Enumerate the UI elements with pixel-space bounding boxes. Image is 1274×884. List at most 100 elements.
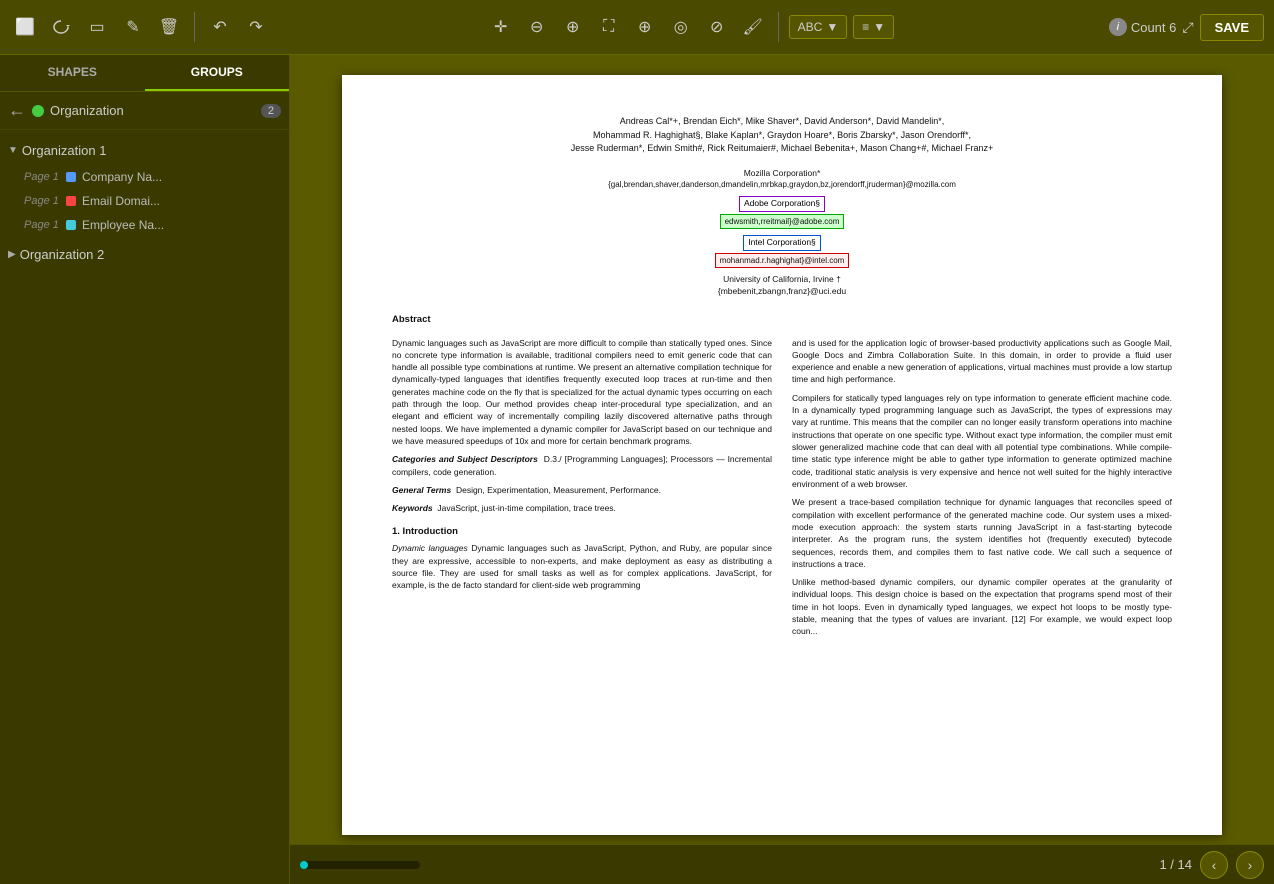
abc-label: ABC bbox=[798, 20, 823, 34]
document-scroll[interactable]: Andreas Cal*+, Brendan Eich*, Mike Shave… bbox=[290, 55, 1274, 844]
right-col-para2: Compilers for statically typed languages… bbox=[792, 392, 1172, 491]
dynamic-languages-italic: Dynamic languages bbox=[392, 543, 468, 553]
brush-icon[interactable]: 🖌 bbox=[738, 12, 768, 42]
affil-adobe-box: Adobe Corporation§ bbox=[739, 196, 825, 212]
company-name-label: Company Na... bbox=[82, 170, 281, 184]
org-label: Organization bbox=[50, 103, 255, 118]
count-label: Count 6 bbox=[1131, 20, 1177, 35]
affil-adobe-label: Adobe Corporation§ bbox=[744, 198, 820, 208]
affil-intel-section: Intel Corporation§ mohanmad.r.haghighat}… bbox=[392, 233, 1172, 268]
right-col-para4: Unlike method-based dynamic compilers, o… bbox=[792, 576, 1172, 638]
chevron-down-icon2: ▼ bbox=[873, 20, 885, 34]
org1-label: Organization 1 bbox=[22, 143, 259, 158]
menu-icon: ≡ bbox=[862, 20, 869, 34]
page-label-employee: Page 1 bbox=[24, 219, 60, 231]
org2-label: Organization 2 bbox=[20, 247, 281, 262]
separator-2 bbox=[778, 12, 779, 42]
zoom-in-icon[interactable]: ⊕ bbox=[558, 12, 588, 42]
page-label-email: Page 1 bbox=[24, 195, 60, 207]
right-column: and is used for the application logic of… bbox=[792, 337, 1172, 644]
org-count: 2 bbox=[261, 104, 281, 118]
affil-mozilla: Mozilla Corporation* {gal,brendan,shaver… bbox=[392, 168, 1172, 192]
abstract-section: Abstract Dynamic languages such as JavaS… bbox=[392, 313, 1172, 643]
tree-group-org2-header[interactable]: ▶ Organization 2 bbox=[0, 241, 289, 268]
tree-group-org2: ▶ Organization 2 bbox=[0, 239, 289, 270]
document-area: Andreas Cal*+, Brendan Eich*, Mike Shave… bbox=[290, 55, 1274, 884]
redo-icon[interactable]: ↷ bbox=[241, 12, 271, 42]
general-terms-title: General Terms bbox=[392, 485, 451, 495]
page-info: 1 / 14 ‹ › bbox=[1159, 851, 1264, 879]
left-column: Dynamic languages such as JavaScript are… bbox=[392, 337, 772, 644]
sidebar-tabs: SHAPES GROUPS bbox=[0, 55, 289, 92]
affil-intel-email: mohanmad.r.haghighat}@intel.com bbox=[715, 253, 850, 268]
keywords-text: Keywords JavaScript, just-in-time compil… bbox=[392, 502, 772, 514]
menu-dropdown[interactable]: ≡ ▼ bbox=[853, 15, 894, 39]
right-col-para3: We present a trace-based compilation tec… bbox=[792, 496, 1172, 570]
save-button[interactable]: SAVE bbox=[1200, 14, 1264, 41]
color-dot-cyan-icon bbox=[66, 220, 76, 230]
org1-items: Page 1 Company Na... Page 1 Email Domai.… bbox=[0, 165, 289, 237]
color-dot-blue-icon bbox=[66, 172, 76, 182]
affil-uci: University of California, Irvine † {mbeb… bbox=[392, 274, 1172, 298]
selection-tool-icon[interactable]: ⬜ bbox=[10, 12, 40, 42]
general-terms-text: General Terms Design, Experimentation, M… bbox=[392, 484, 772, 496]
crop-tool-icon[interactable]: ▭ bbox=[82, 12, 112, 42]
chevron-expanded-icon: ▼ bbox=[8, 145, 18, 156]
authors-line3: Jesse Ruderman*, Edwin Smith#, Rick Reit… bbox=[392, 142, 1172, 156]
count-badge: i Count 6 bbox=[1109, 18, 1177, 36]
list-item-company-name[interactable]: Page 1 Company Na... bbox=[16, 165, 289, 189]
authors-line1: Andreas Cal*+, Brendan Eich*, Mike Shave… bbox=[392, 115, 1172, 129]
tree-group-org1-header[interactable]: ▼ Organization 1 🗑 bbox=[0, 136, 289, 165]
target-icon[interactable]: ◎ bbox=[666, 12, 696, 42]
doc-columns: Dynamic languages such as JavaScript are… bbox=[392, 337, 1172, 644]
abc-dropdown[interactable]: ABC ▼ bbox=[789, 15, 848, 39]
delete-tool-icon[interactable]: 🗑 bbox=[154, 12, 184, 42]
progress-bar-container bbox=[300, 861, 420, 869]
list-item-email-domain[interactable]: Page 1 Email Domai... bbox=[16, 189, 289, 213]
affil-uci-label: University of California, Irvine † bbox=[723, 274, 841, 284]
abstract-title: Abstract bbox=[392, 313, 1172, 326]
zoom-out-icon[interactable]: ⊖ bbox=[522, 12, 552, 42]
expand-icon[interactable]: ⤢ bbox=[1182, 19, 1193, 36]
lasso-tool-icon[interactable] bbox=[46, 12, 76, 42]
page-label-company: Page 1 bbox=[24, 171, 60, 183]
bottom-bar: 1 / 14 ‹ › bbox=[290, 844, 1274, 884]
email-domain-label: Email Domai... bbox=[82, 194, 281, 208]
tree-group-org1: ▼ Organization 1 🗑 Page 1 Company Na... … bbox=[0, 134, 289, 239]
tab-groups[interactable]: GROUPS bbox=[145, 55, 290, 91]
prev-page-button[interactable]: ‹ bbox=[1200, 851, 1228, 879]
color-dot-red-icon bbox=[66, 196, 76, 206]
employee-name-label: Employee Na... bbox=[82, 218, 281, 232]
sidebar-top-row: ← Organization 2 bbox=[0, 92, 289, 130]
info-icon[interactable]: i bbox=[1109, 18, 1127, 36]
add-circle-icon[interactable]: ⊕ bbox=[630, 12, 660, 42]
section1-title: 1. Introduction bbox=[392, 525, 772, 539]
right-col-para1: and is used for the application logic of… bbox=[792, 337, 1172, 386]
affil-mozilla-label: Mozilla Corporation* bbox=[744, 168, 821, 178]
authors-section: Andreas Cal*+, Brendan Eich*, Mike Shave… bbox=[392, 115, 1172, 156]
move-icon[interactable]: ✛ bbox=[486, 12, 516, 42]
section1-text: Dynamic languages Dynamic languages such… bbox=[392, 542, 772, 591]
affil-mozilla-email: {gal,brendan,shaver,danderson,dmandelin,… bbox=[608, 180, 956, 189]
undo-icon[interactable]: ↶ bbox=[205, 12, 235, 42]
sidebar: SHAPES GROUPS ← Organization 2 ▼ Organiz… bbox=[0, 55, 290, 884]
progress-bar-fill bbox=[300, 861, 308, 869]
main-toolbar: ⬜ ▭ ✎ 🗑 ↶ ↷ ✛ ⊖ ⊕ ⛶ ⊕ ◎ ⊘ 🖌 ABC ▼ ≡ ▼ i … bbox=[0, 0, 1274, 55]
keywords-title: Keywords bbox=[392, 503, 433, 513]
toolbar-right: i Count 6 ⤢ SAVE bbox=[1109, 14, 1264, 41]
page-label: 1 / 14 bbox=[1159, 857, 1192, 872]
fit-page-icon[interactable]: ⛶ bbox=[594, 12, 624, 42]
back-button[interactable]: ← bbox=[8, 100, 26, 121]
categories-title: Categories and Subject Descriptors bbox=[392, 454, 538, 464]
affil-intel-label: Intel Corporation§ bbox=[748, 237, 816, 247]
abstract-text: Dynamic languages such as JavaScript are… bbox=[392, 337, 772, 448]
authors-line2: Mohammad R. Haghighat§, Blake Kaplan*, G… bbox=[392, 129, 1172, 143]
clear-icon[interactable]: ⊘ bbox=[702, 12, 732, 42]
tab-shapes[interactable]: SHAPES bbox=[0, 55, 145, 91]
affil-adobe-section: Adobe Corporation§ edwsmith,rreitmail}@a… bbox=[392, 194, 1172, 229]
next-page-button[interactable]: › bbox=[1236, 851, 1264, 879]
edit-tool-icon[interactable]: ✎ bbox=[118, 12, 148, 42]
affil-uci-email: {mbebenit,zbangn,franz}@uci.edu bbox=[718, 286, 846, 296]
categories-text: Categories and Subject Descriptors D.3./… bbox=[392, 453, 772, 478]
list-item-employee-name[interactable]: Page 1 Employee Na... bbox=[16, 213, 289, 237]
